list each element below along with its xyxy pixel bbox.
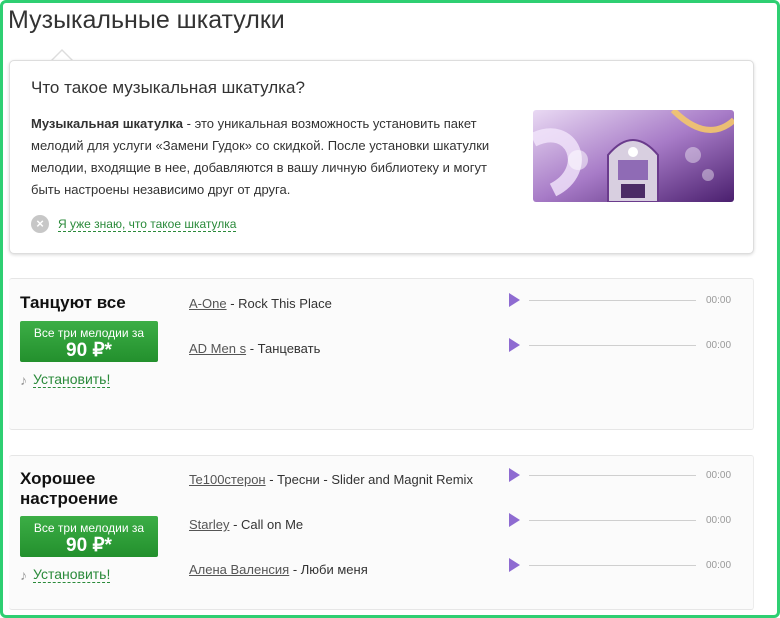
audio-player: 00:00 — [509, 513, 739, 527]
install-link[interactable]: Установить! — [33, 371, 111, 388]
track-title: Starley - Call on Me — [189, 517, 303, 532]
song-name: - Люби меня — [289, 562, 368, 577]
artist-link[interactable]: A-One — [189, 296, 227, 311]
melody-box: Хорошее настроение Все три мелодии за 90… — [9, 455, 754, 610]
info-heading: Что такое музыкальная шкатулка? — [31, 78, 305, 97]
song-name: - Танцевать — [246, 341, 321, 356]
play-icon[interactable] — [509, 558, 520, 572]
music-note-icon: ♪ — [20, 567, 27, 583]
time-label: 00:00 — [706, 469, 732, 481]
info-box: Что такое музыкальная шкатулка? Музыкаль… — [9, 60, 754, 254]
dismiss-link[interactable]: Я уже знаю, что такое шкатулка — [58, 217, 237, 232]
progress-bar[interactable] — [529, 344, 696, 346]
jukebox-illustration — [533, 110, 734, 202]
music-note-icon: ♪ — [20, 372, 27, 388]
track-title: Алена Валенсия - Люби меня — [189, 562, 368, 577]
progress-bar[interactable] — [529, 299, 696, 301]
track-title: AD Men s - Танцевать — [189, 341, 320, 356]
play-icon[interactable] — [509, 468, 520, 482]
time-label: 00:00 — [706, 294, 732, 306]
play-icon[interactable] — [509, 338, 520, 352]
time-label: 00:00 — [706, 514, 732, 526]
price-badge: Все три мелодии за 90 ₽* — [20, 516, 158, 557]
audio-player: 00:00 — [509, 558, 739, 572]
close-icon[interactable]: × — [31, 215, 49, 233]
song-name: - Call on Me — [229, 517, 304, 532]
play-icon[interactable] — [509, 513, 520, 527]
artist-link[interactable]: Starley — [189, 517, 229, 532]
price-badge: Все три мелодии за 90 ₽* — [20, 321, 158, 362]
install-link[interactable]: Установить! — [33, 566, 111, 583]
time-label: 00:00 — [706, 339, 732, 351]
install-action[interactable]: ♪ Установить! — [20, 371, 111, 388]
install-action[interactable]: ♪ Установить! — [20, 566, 111, 583]
progress-bar[interactable] — [529, 519, 696, 521]
box-title: Хорошее настроение — [20, 469, 118, 508]
price-value: 90 ₽* — [66, 340, 112, 361]
time-label: 00:00 — [706, 559, 732, 571]
price-caption: Все три мелодии за — [33, 326, 145, 340]
track-title: A-One - Rock This Place — [189, 296, 332, 311]
audio-player: 00:00 — [509, 293, 739, 307]
audio-player: 00:00 — [509, 468, 739, 482]
price-caption: Все три мелодии за — [33, 521, 145, 535]
page-title: Музыкальные шкатулки — [8, 6, 285, 34]
progress-bar[interactable] — [529, 564, 696, 566]
price-value: 90 ₽* — [66, 535, 112, 556]
melody-box: Танцуют все Все три мелодии за 90 ₽* ♪ У… — [9, 278, 754, 430]
info-description: Музыкальная шкатулка - это уникальная во… — [31, 113, 501, 201]
play-icon[interactable] — [509, 293, 520, 307]
artist-link[interactable]: Te100стерон — [189, 472, 266, 487]
track-title: Te100стерон - Тресни - Slider and Magnit… — [189, 472, 473, 487]
audio-player: 00:00 — [509, 338, 739, 352]
info-term: Музыкальная шкатулка — [31, 116, 184, 131]
artist-link[interactable]: Алена Валенсия — [189, 562, 289, 577]
dismiss-info[interactable]: × Я уже знаю, что такое шкатулка — [31, 215, 237, 233]
song-name: - Rock This Place — [226, 296, 332, 311]
artist-link[interactable]: AD Men s — [189, 341, 246, 356]
song-name: - Тресни - Slider and Magnit Remix — [265, 472, 473, 487]
box-title: Танцуют все — [20, 293, 126, 312]
progress-bar[interactable] — [529, 474, 696, 476]
